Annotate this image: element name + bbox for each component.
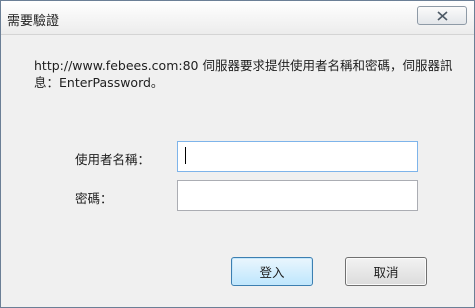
auth-dialog: 需要驗證 http://www.febees.com:80 伺服器要求提供使用者… [0,0,475,308]
text-caret [185,147,186,164]
password-label: 密碼： [75,191,113,206]
dialog-title: 需要驗證 [7,14,60,29]
title-bar: 需要驗證 [1,1,474,35]
password-input[interactable] [177,180,418,211]
username-label: 使用者名稱： [75,152,151,167]
close-icon [437,11,448,21]
auth-message: http://www.febees.com:80 伺服器要求提供使用者名稱和密碼… [34,58,453,90]
close-button[interactable] [417,6,467,25]
username-input[interactable] [177,141,418,172]
login-button[interactable]: 登入 [231,257,313,286]
cancel-button[interactable]: 取消 [345,257,427,286]
